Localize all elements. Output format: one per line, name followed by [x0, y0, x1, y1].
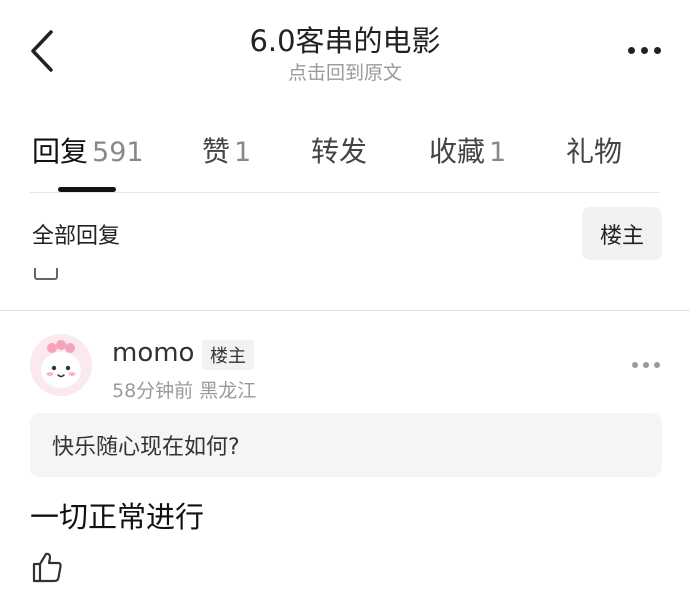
quoted-reply[interactable]: 快乐随心 现在如何? [30, 413, 662, 477]
quote-author: 快乐随心 [52, 435, 141, 460]
more-horizontal-icon [632, 362, 638, 368]
partial-icon [34, 268, 58, 280]
username[interactable]: momo [112, 338, 194, 368]
avatar[interactable] [30, 334, 92, 396]
like-button[interactable] [30, 550, 64, 584]
tab-label: 回复 [32, 135, 89, 168]
more-horizontal-icon [627, 46, 635, 54]
divider [30, 192, 660, 193]
tab-label: 礼物 [566, 135, 623, 168]
comment-meta: 58分钟前 黑龙江 [112, 376, 256, 403]
tab-gifts[interactable]: 礼物 [566, 130, 622, 174]
more-options-button[interactable] [620, 40, 668, 60]
op-badge: 楼主 [202, 340, 254, 370]
thumbs-up-icon [32, 552, 62, 583]
tab-replies[interactable]: 回复 591 [32, 130, 144, 174]
comment-time: 58分钟前 [112, 380, 194, 402]
tab-count: 1 [234, 137, 252, 168]
comment-text: 一切正常进行 [30, 500, 205, 534]
comment-more-button[interactable] [632, 362, 660, 368]
quote-text: 现在如何? [140, 435, 240, 460]
all-replies-filter[interactable]: 全部回复 [32, 218, 120, 250]
comment-location: 黑龙江 [199, 380, 257, 402]
tab-label: 收藏 [429, 135, 486, 168]
tab-favorites[interactable]: 收藏 1 [429, 130, 506, 174]
header: 6.0客串的电影 点击回到原文 [0, 0, 690, 96]
tab-bar: 回复 591 赞 1 转发 收藏 1 礼物 [0, 130, 690, 192]
op-only-toggle[interactable]: 楼主 [582, 207, 662, 260]
tab-reposts[interactable]: 转发 [311, 130, 367, 174]
tab-likes[interactable]: 赞 1 [202, 130, 251, 174]
tab-count: 591 [92, 137, 144, 168]
avatar-image [30, 334, 92, 396]
tab-label: 转发 [311, 135, 368, 168]
tab-label: 赞 [202, 135, 231, 168]
page-title[interactable]: 6.0客串的电影 [0, 18, 690, 60]
tab-count: 1 [489, 137, 507, 168]
back-to-original-link[interactable]: 点击回到原文 [0, 58, 690, 85]
divider [0, 310, 690, 311]
